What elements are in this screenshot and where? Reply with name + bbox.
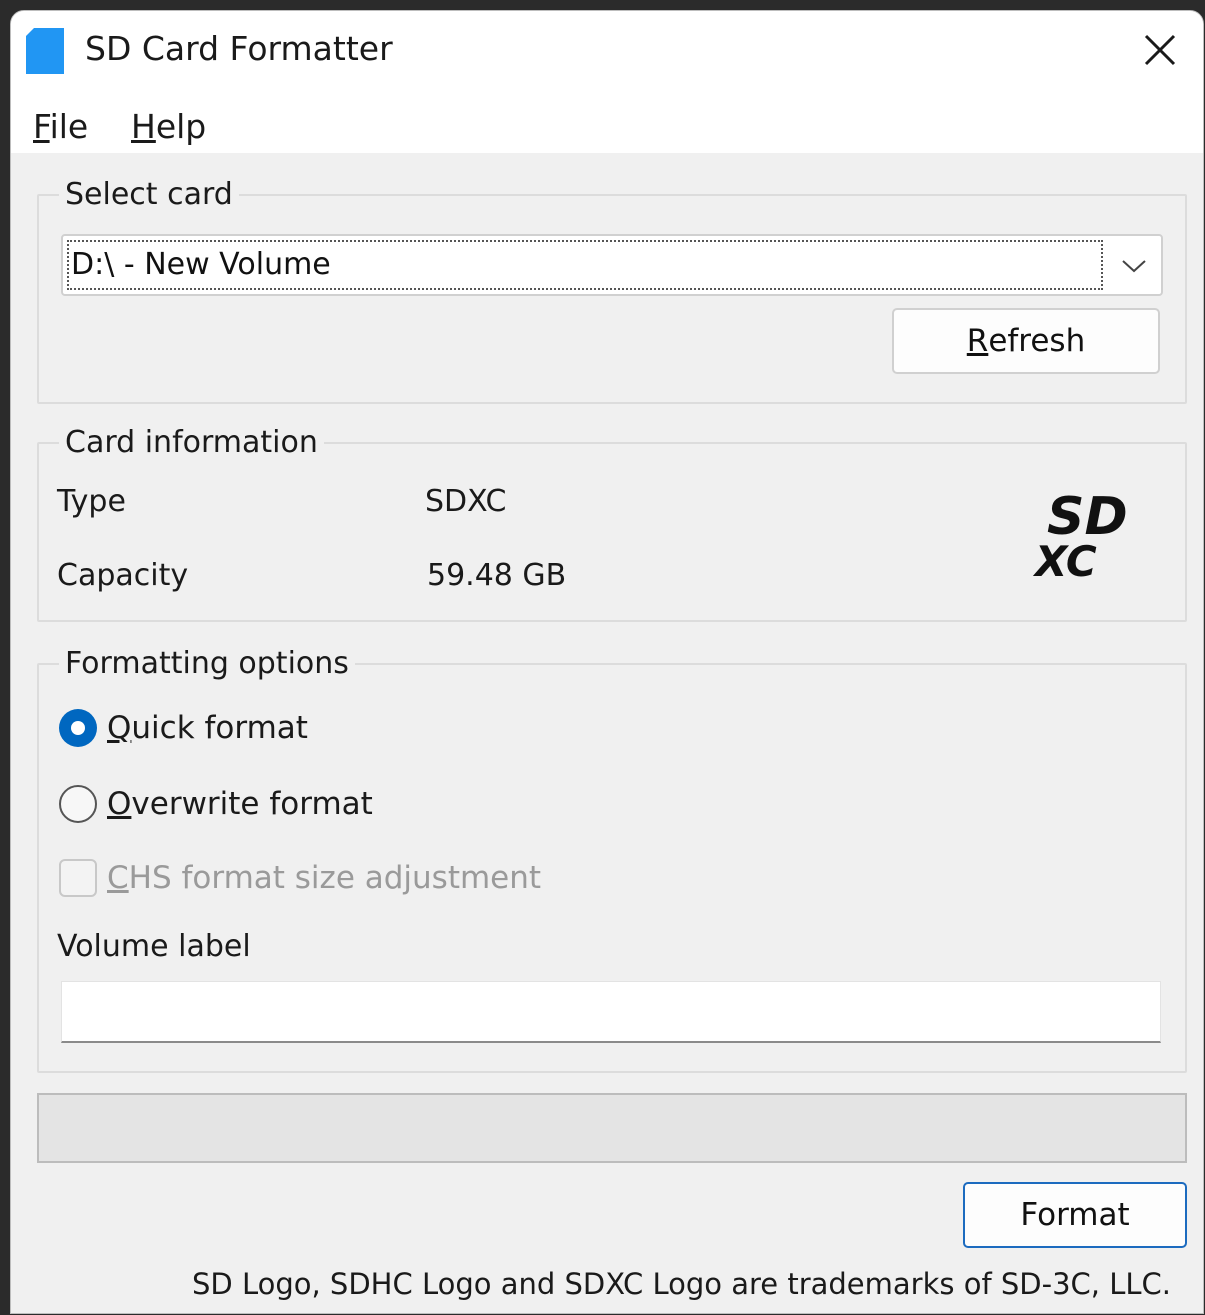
sd-card-app-icon bbox=[26, 28, 64, 74]
close-button[interactable] bbox=[1135, 25, 1185, 75]
volume-label-input[interactable] bbox=[61, 981, 1161, 1043]
refresh-button[interactable]: Refresh bbox=[892, 308, 1160, 374]
menu-file[interactable]: File bbox=[33, 107, 88, 146]
sdxc-logo-xc: XC bbox=[1032, 537, 1097, 584]
refresh-mnemonic: R bbox=[966, 323, 989, 359]
trademark-notice: SD Logo, SDHC Logo and SDXC Logo are tra… bbox=[192, 1267, 1171, 1301]
quick-format-text: uick format bbox=[131, 710, 308, 746]
capacity-value: 59.48 GB bbox=[427, 558, 567, 593]
quick-format-radio[interactable] bbox=[59, 709, 97, 747]
chevron-down-icon bbox=[1122, 260, 1146, 273]
close-icon bbox=[1144, 34, 1176, 66]
overwrite-format-mnemonic: O bbox=[107, 786, 132, 822]
title-bar[interactable]: SD Card Formatter bbox=[11, 11, 1203, 89]
menu-file-mnemonic: F bbox=[33, 107, 50, 146]
window-title: SD Card Formatter bbox=[85, 29, 393, 68]
chs-adjustment-mnemonic: C bbox=[107, 860, 129, 896]
volume-label-heading: Volume label bbox=[57, 929, 251, 964]
menu-help-mnemonic: H bbox=[131, 107, 156, 146]
type-label: Type bbox=[57, 484, 126, 519]
quick-format-label: Quick format bbox=[107, 710, 308, 746]
overwrite-format-option[interactable]: Overwrite format bbox=[59, 785, 373, 823]
menu-bar: File Help bbox=[11, 89, 1203, 153]
menu-help-label: elp bbox=[155, 107, 207, 146]
sdxc-logo-icon: SD XC bbox=[1032, 487, 1128, 584]
formatting-options-group: Formatting options Quick format Overwrit… bbox=[37, 645, 1187, 1073]
select-card-legend: Select card bbox=[59, 176, 239, 214]
card-select-dropdown[interactable]: D:\ - New Volume bbox=[61, 234, 1163, 296]
card-information-group: Card information Type SDXC Capacity 59.4… bbox=[37, 424, 1187, 622]
overwrite-format-radio[interactable] bbox=[59, 785, 97, 823]
card-information-legend: Card information bbox=[59, 424, 324, 462]
capacity-label: Capacity bbox=[57, 558, 189, 593]
format-button[interactable]: Format bbox=[963, 1182, 1187, 1248]
quick-format-option[interactable]: Quick format bbox=[59, 709, 308, 747]
overwrite-format-text: verwrite format bbox=[131, 786, 373, 822]
format-progress-bar bbox=[37, 1093, 1187, 1163]
chs-adjustment-checkbox[interactable] bbox=[59, 859, 97, 897]
chs-adjustment-option[interactable]: CHS format size adjustment bbox=[59, 859, 541, 897]
refresh-label: efresh bbox=[988, 323, 1086, 359]
menu-file-label: ile bbox=[49, 107, 89, 146]
type-value: SDXC bbox=[425, 484, 507, 519]
menu-help[interactable]: Help bbox=[131, 107, 206, 146]
chs-adjustment-label: CHS format size adjustment bbox=[107, 860, 541, 896]
sd-card-formatter-window: SD Card Formatter File Help Select card … bbox=[10, 10, 1204, 1314]
card-select-value: D:\ - New Volume bbox=[67, 240, 1103, 290]
formatting-options-legend: Formatting options bbox=[59, 645, 355, 683]
quick-format-mnemonic: Q bbox=[107, 710, 132, 746]
overwrite-format-label: Overwrite format bbox=[107, 786, 373, 822]
select-card-group: Select card D:\ - New Volume Refresh bbox=[37, 176, 1187, 404]
chs-adjustment-text: HS format size adjustment bbox=[128, 860, 542, 896]
